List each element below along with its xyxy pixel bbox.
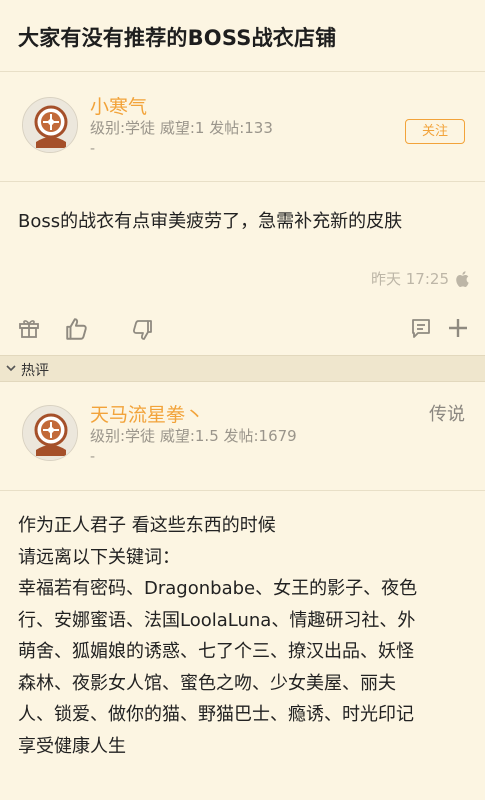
divider [0, 490, 485, 491]
reply-line: 森林、夜影女人馆、蜜色之吻、少女美屋、丽夫 [18, 672, 396, 694]
post-time: 昨天 17:25 [371, 270, 449, 288]
author-name[interactable]: 小寒气 [90, 92, 147, 119]
reply-avatar[interactable] [22, 405, 78, 461]
reply-line: 享受健康人生 [18, 735, 126, 757]
reply-line: 请远离以下关键词： [18, 546, 180, 568]
plus-icon[interactable] [446, 316, 470, 340]
reply-author-meta: 级别:学徒 威望:1.5 发帖:1679 [90, 427, 297, 445]
thread-title: 大家有没有推荐的BOSS战衣店铺 [18, 26, 337, 50]
gift-icon[interactable] [17, 316, 41, 340]
author-meta: 级别:学徒 威望:1 发帖:133 [90, 119, 273, 137]
post-time-row: 昨天 17:25 [371, 268, 469, 289]
reply-line: 幸福若有密码、Dragonbabe、女王的影子、夜色 [18, 578, 418, 599]
hot-comments-bar[interactable]: 热评 [0, 355, 485, 382]
thumbs-up-icon[interactable] [64, 316, 90, 342]
divider [0, 181, 485, 182]
reply-line: 作为正人君子 看这些东西的时候 [18, 515, 276, 536]
reply-author-name[interactable]: 天马流星拳丶 [90, 400, 204, 427]
thumbs-down-icon[interactable] [130, 318, 154, 342]
avatar[interactable] [22, 97, 78, 153]
avatar-mascot-icon [23, 98, 77, 152]
reply-line: 萌舍、狐媚娘的诱惑、七了个三、撩汉出品、妖怪 [18, 641, 414, 662]
author-signature: - [90, 141, 96, 157]
reply-rank-badge: 传说 [429, 404, 465, 425]
avatar-mascot-icon [23, 406, 77, 460]
comment-icon[interactable] [409, 316, 433, 340]
hot-comments-label: 热评 [21, 363, 49, 379]
apple-icon [456, 270, 469, 287]
reply-author-signature: - [90, 449, 96, 465]
title-bar: 大家有没有推荐的BOSS战衣店铺 [0, 0, 485, 72]
chevron-down-icon [6, 365, 16, 372]
follow-button[interactable]: 关注 [405, 119, 465, 144]
reply-content: 作为正人君子 看这些东西的时候 请远离以下关键词： 幸福若有密码、Dragonb… [18, 510, 473, 762]
post-content: Boss的战衣有点审美疲劳了，急需补充新的皮肤 [18, 211, 403, 232]
reply-line: 人、锁爱、做你的猫、野猫巴士、瘾诱、时光印记 [18, 704, 414, 725]
reply-line: 行、安娜蜜语、法国LoolaLuna、情趣研习社、外 [18, 609, 416, 631]
